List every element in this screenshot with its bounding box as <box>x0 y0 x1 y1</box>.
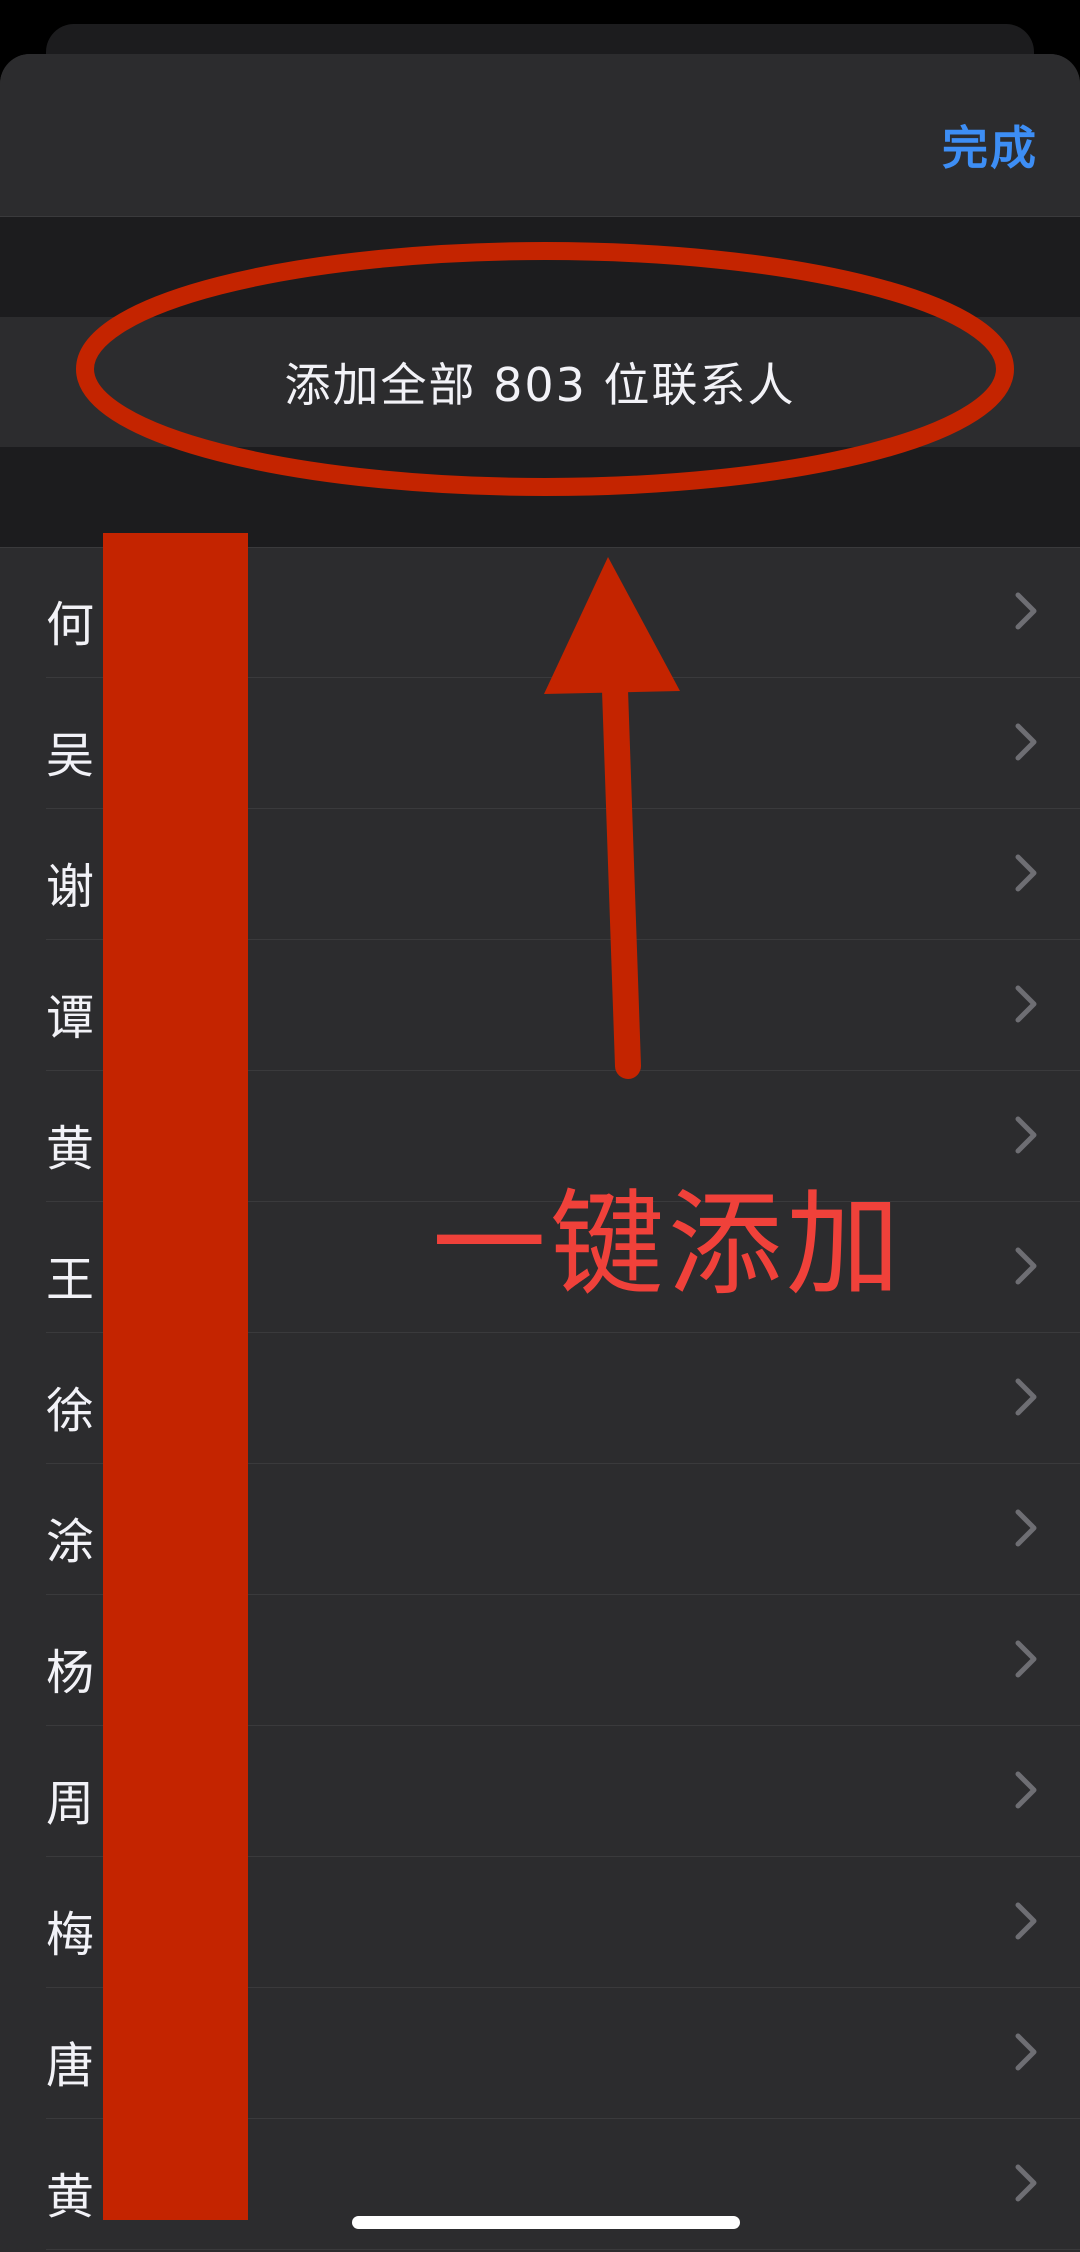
chevron-right-icon <box>1015 1378 1037 1416</box>
contact-name: 唐 <box>46 2038 95 2094</box>
add-all-contacts-label: 添加全部 803 位联系人 <box>284 358 796 412</box>
add-all-contacts-button[interactable]: 添加全部 803 位联系人 <box>0 317 1080 447</box>
chevron-right-icon <box>1015 1509 1037 1547</box>
done-button[interactable]: 完成 <box>942 112 1038 178</box>
chevron-right-icon <box>1015 2033 1037 2071</box>
annotation-caption: 一键添加 <box>432 1178 905 1311</box>
contact-name: 王 <box>46 1252 95 1308</box>
screen: 完成 添加全部 803 位联系人 何吴谢谭黄王徐涂杨周梅唐黄 一键添加 <box>0 0 1080 2252</box>
contact-name: 黄 <box>46 2169 95 2225</box>
contact-name: 徐 <box>46 1383 95 1439</box>
contact-name: 周 <box>46 1776 95 1832</box>
contact-name: 梅 <box>46 1907 95 1963</box>
contact-name: 吴 <box>46 728 95 784</box>
chevron-right-icon <box>1015 985 1037 1023</box>
section-spacer <box>0 447 1080 547</box>
contact-name: 杨 <box>46 1645 95 1701</box>
chevron-right-icon <box>1015 854 1037 892</box>
chevron-right-icon <box>1015 1116 1037 1154</box>
contact-name: 何 <box>46 597 95 653</box>
contact-name: 黄 <box>46 1121 95 1177</box>
navigation-bar: 完成 <box>0 54 1080 217</box>
contact-name: 谭 <box>46 990 95 1046</box>
chevron-right-icon <box>1015 1247 1037 1285</box>
chevron-right-icon <box>1015 1771 1037 1809</box>
contact-name: 谢 <box>46 859 95 915</box>
section-spacer <box>0 217 1080 317</box>
chevron-right-icon <box>1015 1902 1037 1940</box>
chevron-right-icon <box>1015 592 1037 630</box>
chevron-right-icon <box>1015 1640 1037 1678</box>
chevron-right-icon <box>1015 723 1037 761</box>
redaction-bar <box>103 533 248 2220</box>
home-indicator[interactable] <box>352 2216 740 2229</box>
contact-name: 涂 <box>46 1514 95 1570</box>
chevron-right-icon <box>1015 2164 1037 2202</box>
